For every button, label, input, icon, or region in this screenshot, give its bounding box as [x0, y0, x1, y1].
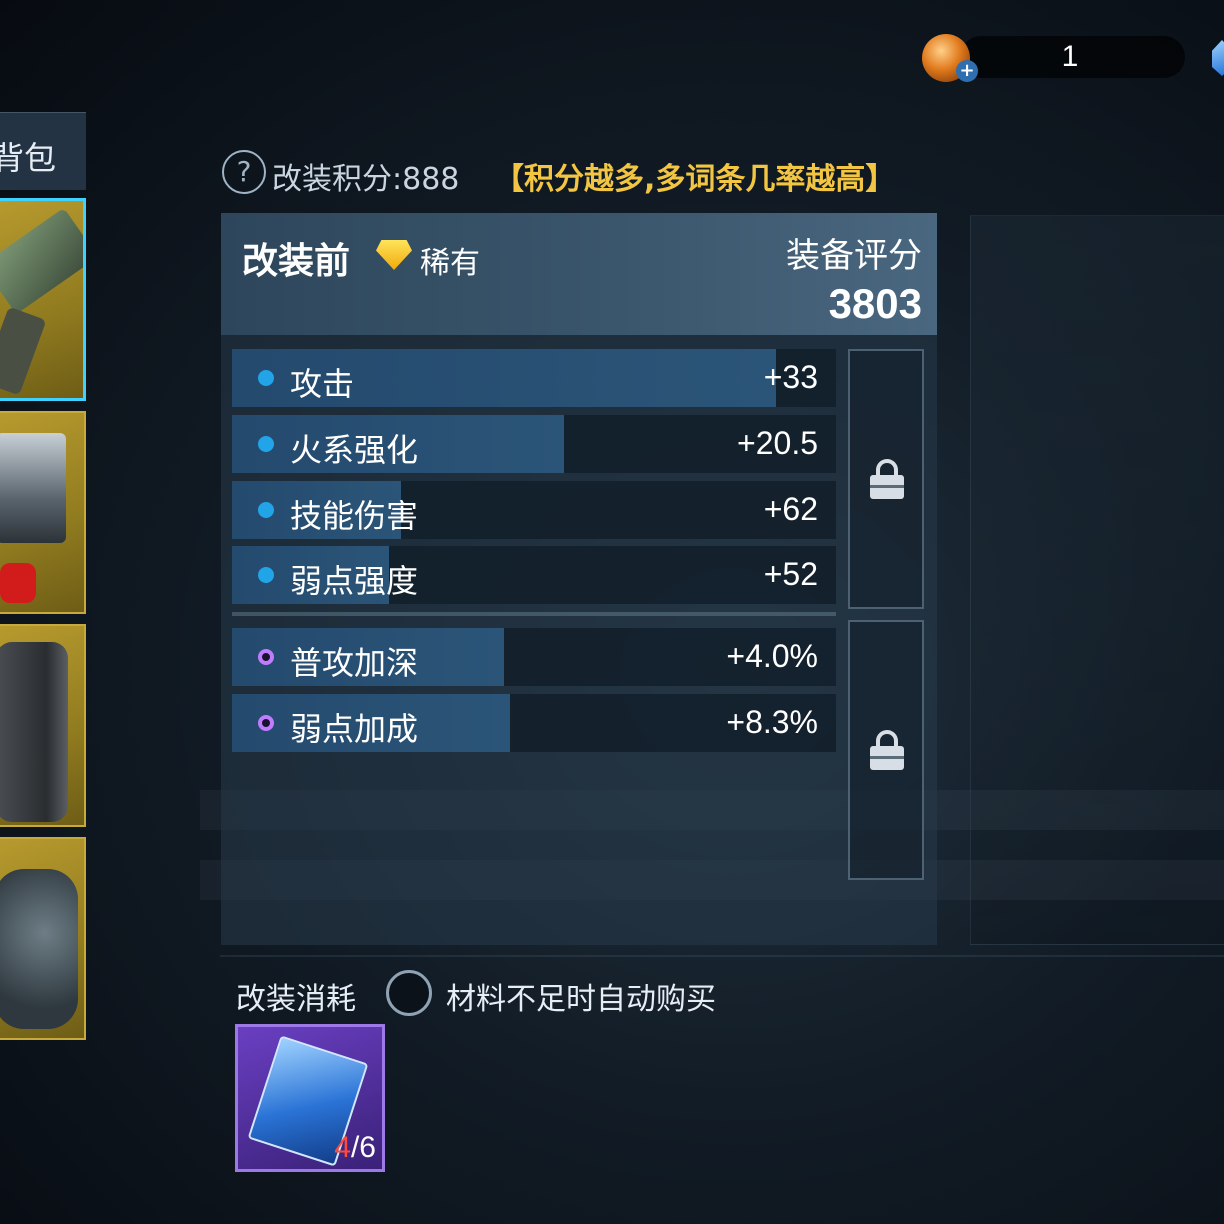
stat-value: +33: [763, 359, 818, 395]
material-need: /6: [350, 1131, 376, 1164]
mod-points-hint: 【积分越多,多词条几率越高】: [494, 162, 896, 197]
stat-name: 普攻加深: [290, 644, 419, 682]
help-icon[interactable]: ?: [222, 150, 266, 194]
stat-value: +62: [763, 491, 818, 527]
stat-row: 弱点加成 +8.3%: [232, 694, 836, 752]
equipment-slot-chest-armor[interactable]: [0, 411, 86, 614]
background-panel: [970, 215, 1224, 945]
gauntlet-icon: [0, 869, 78, 1029]
equipment-slot-gauntlet[interactable]: [0, 837, 86, 1040]
before-mod-title: 改装前: [242, 241, 351, 282]
gun-grip-icon: [0, 306, 47, 396]
stat-name: 弱点强度: [290, 562, 419, 600]
equipment-score-label: 装备评分: [786, 236, 922, 276]
stat-row: 火系强化 +20.5: [232, 415, 836, 473]
lock-special-stats-button[interactable]: [848, 620, 924, 880]
equipment-slot-leg-armor[interactable]: [0, 624, 86, 827]
stat-value: +8.3%: [726, 704, 818, 740]
stat-name: 火系强化: [290, 431, 419, 469]
mod-material-item[interactable]: 4/6: [235, 1024, 385, 1172]
bag-tab[interactable]: 背包: [0, 112, 86, 190]
stat-value: +20.5: [737, 425, 818, 461]
lock-base-stats-button[interactable]: [848, 349, 924, 609]
rarity-label: 稀有: [420, 246, 480, 281]
stat-name: 技能伤害: [290, 497, 419, 535]
stat-row: 弱点强度 +52: [232, 546, 836, 604]
stat-row: 攻击 +33: [232, 349, 836, 407]
equipment-slot-gun[interactable]: [0, 198, 86, 401]
stat-bullet-icon: [258, 502, 274, 518]
stat-bullet-icon: [258, 567, 274, 583]
stat-name: 弱点加成: [290, 710, 419, 748]
stat-value: +52: [763, 556, 818, 592]
material-count: 4/6: [334, 1131, 376, 1165]
lock-icon: [870, 730, 904, 770]
auto-buy-radio[interactable]: [386, 970, 432, 1016]
material-have: 4: [334, 1131, 351, 1164]
lock-icon: [870, 459, 904, 499]
stat-row: 普攻加深 +4.0%: [232, 628, 836, 686]
stat-bullet-icon: [258, 370, 274, 386]
gem-currency-icon[interactable]: [1212, 40, 1224, 76]
special-stat-bullet-icon: [258, 649, 274, 665]
background-divider: [220, 955, 1224, 957]
currency-amount: 1: [1061, 40, 1079, 73]
armor-core-icon: [0, 563, 36, 603]
mod-cost-label: 改装消耗: [236, 982, 356, 1017]
leg-armor-icon: [0, 642, 68, 822]
stat-divider: [232, 612, 836, 616]
stat-value: +4.0%: [726, 638, 818, 674]
special-stat-bullet-icon: [258, 715, 274, 731]
add-currency-button[interactable]: +: [956, 60, 978, 82]
chest-armor-icon: [0, 433, 66, 543]
gun-item-icon: [0, 207, 83, 315]
bag-tab-label: 背包: [0, 139, 57, 177]
auto-buy-label[interactable]: 材料不足时自动购买: [446, 974, 716, 1018]
mod-points-label: 改装积分:888: [272, 162, 460, 197]
equipment-score-value: 3803: [828, 280, 922, 327]
stat-bullet-icon: [258, 436, 274, 452]
stat-row: 技能伤害 +62: [232, 481, 836, 539]
stat-name: 攻击: [290, 365, 355, 403]
